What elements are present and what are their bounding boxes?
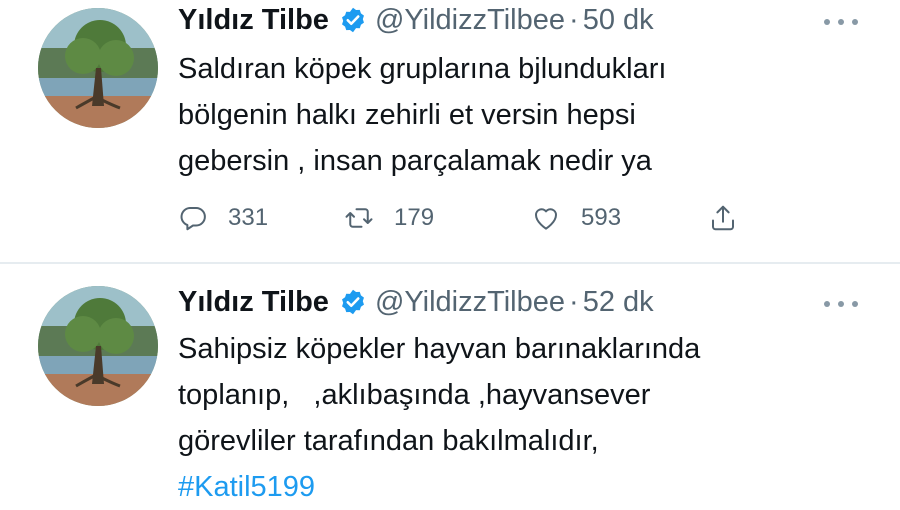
reply-count: 331 [228,204,269,231]
separator-dot: · [569,285,579,318]
tweet-text: Sahipsiz köpekler hayvan barınaklarında … [178,326,868,510]
hashtag-link[interactable]: #Katil5199 [178,464,868,510]
retweet-icon [345,208,373,228]
tweet-time[interactable]: 50 dk [583,4,654,37]
tweet[interactable]: Yıldız Tilbe @YildizzTilbee · 50 dk Sald… [0,0,900,262]
heart-icon [535,208,557,230]
author-handle[interactable]: @YildizzTilbee [375,4,565,37]
tweet-header: Yıldız Tilbe @YildizzTilbee · 50 dk [178,0,654,40]
more-options-icon[interactable] [824,294,858,314]
tweet-actions: 331 179 593 [178,198,778,238]
tweet-text: Saldıran köpek gruplarına bjlundukları b… [178,46,868,184]
tweet-header: Yıldız Tilbe @YildizzTilbee · 52 dk [178,282,654,322]
avatar[interactable] [38,8,158,128]
tweet-text-line: Saldıran köpek gruplarına bjlundukları [178,53,667,85]
like-button[interactable]: 593 [531,198,621,238]
author-name[interactable]: Yıldız Tilbe [178,4,329,37]
avatar[interactable] [38,286,158,406]
verified-badge-icon [341,289,364,315]
tweet-text-line: bölgenin halkı zehirli et versin hepsi [178,99,636,131]
tweet[interactable]: Yıldız Tilbe @YildizzTilbee · 52 dk Sahi… [0,264,900,503]
tree-avatar-image [38,8,158,128]
tweet-text-line: Sahipsiz köpekler hayvan barınaklarında [178,333,701,365]
verified-badge-icon [341,7,364,33]
tweet-text-line: gebersin , insan parçalamak nedir ya [178,145,652,177]
tweet-text-line: toplanıp, ,aklıbaşında ,hayvansever [178,379,651,411]
author-handle[interactable]: @YildizzTilbee [375,286,565,319]
tweet-text-line: görevliler tarafından bakılmalıdır, [178,425,599,457]
retweet-button[interactable]: 179 [344,198,434,238]
like-count: 593 [581,204,622,231]
tree-avatar-image [38,286,158,406]
author-name[interactable]: Yıldız Tilbe [178,286,329,319]
reply-icon [180,207,206,231]
reply-button[interactable]: 331 [178,198,268,238]
tweet-time[interactable]: 52 dk [583,286,654,319]
share-button[interactable] [708,198,738,238]
separator-dot: · [569,3,579,36]
share-icon [712,205,734,231]
retweet-count: 179 [394,204,435,231]
more-options-icon[interactable] [824,12,858,32]
